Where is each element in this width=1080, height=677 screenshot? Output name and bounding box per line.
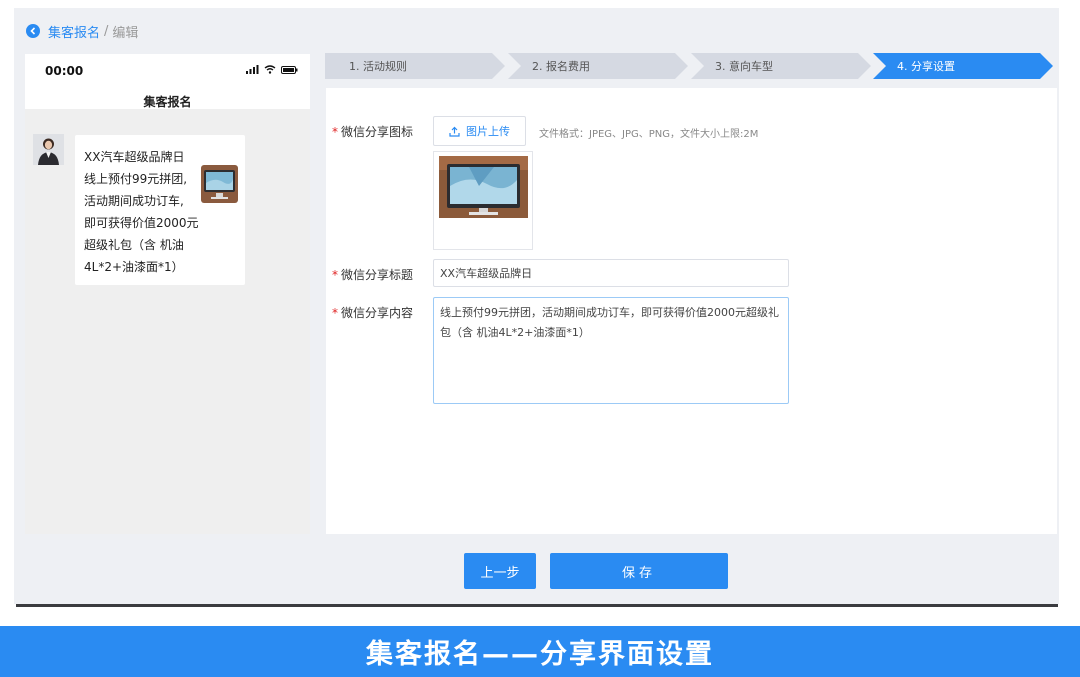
wifi-icon (264, 65, 276, 74)
message-line: 超级礼包（含 机油 (84, 238, 184, 252)
message-line: 即可获得价值2000元 (84, 216, 199, 230)
back-icon[interactable] (26, 24, 40, 38)
step-1-label: 1. 活动规则 (349, 60, 407, 73)
required-mark: * (332, 268, 338, 282)
upload-icon (449, 126, 460, 137)
message-line: XX汽车超级品牌日 (84, 150, 185, 164)
step-indicator: 1. 活动规则 2. 报名费用 3. 意向车型 4. 分享设置 (325, 53, 1055, 79)
breadcrumb-separator: / (104, 23, 109, 39)
share-content-textarea[interactable]: 线上预付99元拼团，活动期间成功订车，即可获得价值2000元超级礼包（含 机油4… (433, 297, 789, 404)
battery-icon (281, 65, 298, 74)
share-icon-image (439, 156, 528, 218)
step-2-label: 2. 报名费用 (532, 60, 590, 73)
message-line: 线上预付99元拼团, (84, 172, 188, 186)
share-message-text: XX汽车超级品牌日 线上预付99元拼团, 活动期间成功订车, 即可获得价值200… (84, 146, 209, 278)
divider (16, 604, 1058, 607)
message-line: 4L*2+油漆面*1） (84, 260, 184, 274)
share-content-label: * 微信分享内容 (332, 306, 414, 320)
share-icon-preview[interactable] (433, 151, 533, 250)
status-time: 00:00 (45, 64, 84, 78)
share-title-label: * 微信分享标题 (332, 268, 414, 282)
step-4[interactable]: 4. 分享设置 (873, 53, 1053, 79)
share-thumbnail-image (201, 165, 238, 203)
share-icon-label: * 微信分享图标 (332, 125, 414, 139)
breadcrumb-link[interactable]: 集客报名 (48, 22, 100, 41)
share-message-card: XX汽车超级品牌日 线上预付99元拼团, 活动期间成功订车, 即可获得价值200… (75, 135, 245, 285)
phone-preview: 00:00 集客报名 XX汽车超级品牌日 线上预付99元拼团, 活动期间成功订车… (25, 54, 310, 534)
step-3[interactable]: 3. 意向车型 (691, 53, 871, 79)
step-1[interactable]: 1. 活动规则 (325, 53, 505, 79)
share-title-input[interactable] (433, 259, 789, 287)
breadcrumb: 集客报名 / 编辑 (26, 22, 139, 41)
image-upload-button[interactable]: 图片上传 (433, 116, 526, 146)
previous-step-button[interactable]: 上一步 (464, 553, 536, 589)
breadcrumb-current: 编辑 (112, 25, 139, 41)
required-mark: * (332, 125, 338, 139)
upload-label: 图片上传 (466, 126, 510, 138)
step-2[interactable]: 2. 报名费用 (508, 53, 688, 79)
status-icons (246, 65, 298, 74)
message-line: 活动期间成功订车, (84, 194, 184, 208)
app-frame: 集客报名 / 编辑 00:00 集客报名 XX汽车超级品牌日 线上预付99元拼团… (14, 8, 1059, 604)
phone-header: 00:00 集客报名 (25, 54, 310, 109)
avatar (33, 134, 64, 165)
required-mark: * (332, 306, 338, 320)
caption-banner: 集客报名——分享界面设置 (0, 626, 1080, 677)
phone-title: 集客报名 (143, 95, 192, 109)
step-3-label: 3. 意向车型 (715, 60, 773, 73)
upload-hint: 文件格式：JPEG、JPG、PNG，文件大小上限:2M (539, 129, 759, 140)
step-4-label: 4. 分享设置 (897, 60, 955, 73)
save-button[interactable]: 保存 (550, 553, 728, 589)
signal-icon (246, 65, 259, 74)
share-settings-form: * 微信分享图标 图片上传 文件格式：JPEG、JPG、PNG，文件大小上限:2M… (326, 88, 1057, 534)
